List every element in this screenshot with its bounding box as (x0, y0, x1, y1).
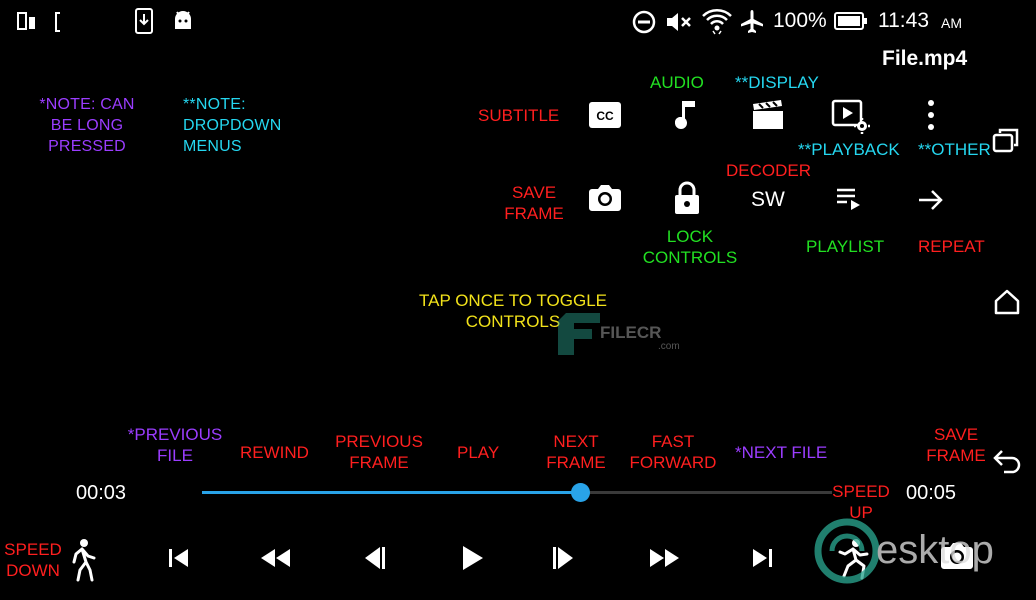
previous-frame-label: PREVIOUS FRAME (330, 431, 428, 473)
playback-settings-button[interactable] (831, 99, 871, 135)
fast-forward-button[interactable] (647, 546, 681, 570)
mute-icon (665, 10, 693, 34)
decoder-button[interactable]: SW (751, 188, 785, 212)
walking-person-icon[interactable] (68, 538, 98, 582)
recent-apps-icon[interactable] (992, 127, 1020, 153)
audio-button[interactable] (673, 98, 701, 132)
label-line: FRAME (926, 446, 986, 465)
skip-previous-button[interactable] (165, 544, 193, 572)
label-line: FRAME (349, 453, 409, 472)
lock-button[interactable] (673, 180, 701, 216)
filecr-domain: .com (658, 341, 680, 352)
wifi-icon (701, 7, 733, 35)
label-line: SAVE (511, 183, 557, 202)
svg-text:CC: CC (596, 109, 614, 123)
next-frame-button[interactable] (550, 542, 582, 574)
video-title: File.mp4 (882, 47, 968, 70)
long-press-note: *NOTE: CAN BE LONG PRESSED (28, 94, 146, 157)
previous-file-label: *PREVIOUS FILE (125, 424, 225, 466)
label-line: *PREVIOUS (127, 425, 223, 444)
skip-next-button[interactable] (748, 544, 776, 572)
dropdown-note: **NOTE: DROPDOWN MENUS (183, 94, 281, 157)
label-line: SPEED (832, 482, 890, 501)
repeat-icon[interactable] (917, 186, 945, 214)
subtitle-button[interactable]: CC (588, 100, 622, 130)
download-icon (134, 8, 154, 34)
more-options-icon[interactable] (925, 99, 937, 131)
label-line: FRAME (504, 204, 564, 223)
label-line: FORWARD (629, 453, 717, 472)
label-line: NEXT (553, 432, 599, 451)
rewind-button[interactable] (259, 546, 293, 570)
current-time: 00:03 (76, 482, 127, 504)
status-bar: 100% 11:43 AM (0, 0, 1036, 44)
next-file-label: *NEXT FILE (735, 443, 828, 462)
audio-label: AUDIO (650, 73, 704, 92)
seek-thumb[interactable] (571, 483, 590, 502)
other-label: **OTHER (918, 140, 991, 159)
label-line: PREVIOUS (335, 432, 423, 451)
desktop-watermark-text: esktop (876, 528, 994, 572)
play-label: PLAY (457, 443, 500, 462)
label-line: SPEED (4, 540, 62, 559)
repeat-label: REPEAT (918, 237, 985, 256)
rewind-label: REWIND (240, 443, 309, 462)
label-line: DOWN (6, 561, 60, 580)
bracket-icon (54, 11, 62, 33)
playback-label: **PLAYBACK (798, 140, 900, 159)
clock-ampm: AM (941, 15, 962, 31)
label-line: CONTROLS (642, 248, 738, 267)
previous-frame-button[interactable] (356, 542, 388, 574)
display-button[interactable] (751, 100, 785, 130)
save-frame-top-button[interactable] (588, 182, 622, 212)
playlist-icon[interactable] (835, 186, 863, 212)
note-line: MENUS (183, 138, 242, 155)
back-icon[interactable] (992, 448, 1022, 474)
playlist-label: PLAYLIST (806, 237, 885, 256)
do-not-disturb-icon (632, 10, 656, 34)
note-line: BE LONG (50, 117, 124, 134)
label-line: FILE (157, 446, 193, 465)
lock-controls-label: LOCK CONTROLS (640, 226, 740, 268)
label-line: FAST (651, 432, 695, 451)
fast-forward-label: FAST FORWARD (625, 431, 721, 473)
filecr-text: FILECR (600, 323, 662, 342)
seek-progress (202, 491, 580, 494)
label-line: FRAME (546, 453, 606, 472)
decoder-label: DECODER (726, 161, 812, 180)
note-line: DROPDOWN (183, 117, 282, 134)
play-button[interactable] (456, 542, 488, 574)
next-frame-label: NEXT FRAME (540, 431, 612, 473)
note-line: PRESSED (48, 138, 126, 155)
note-line: **NOTE: (183, 96, 246, 113)
save-frame-bottom-label: SAVE FRAME (922, 424, 990, 466)
home-icon[interactable] (993, 288, 1021, 316)
screen-mirror-icon (16, 10, 38, 32)
battery-percent: 100% (773, 9, 827, 32)
label-line: LOCK (666, 227, 714, 246)
battery-icon (834, 12, 868, 30)
android-icon (172, 9, 194, 31)
speed-down-label: SPEED DOWN (0, 539, 66, 581)
label-line: TAP ONCE TO TOGGLE (418, 291, 607, 310)
save-frame-top-label: SAVE FRAME (503, 182, 565, 224)
duration: 00:05 (906, 482, 957, 504)
subtitle-label: SUBTITLE (478, 106, 560, 125)
note-line: *NOTE: CAN (39, 96, 135, 113)
airplane-mode-icon (739, 9, 765, 35)
display-label: **DISPLAY (735, 73, 819, 92)
clock-time: 11:43 (878, 9, 929, 32)
label-line: SAVE (933, 425, 979, 444)
speed-up-label: SPEED UP (826, 481, 896, 523)
